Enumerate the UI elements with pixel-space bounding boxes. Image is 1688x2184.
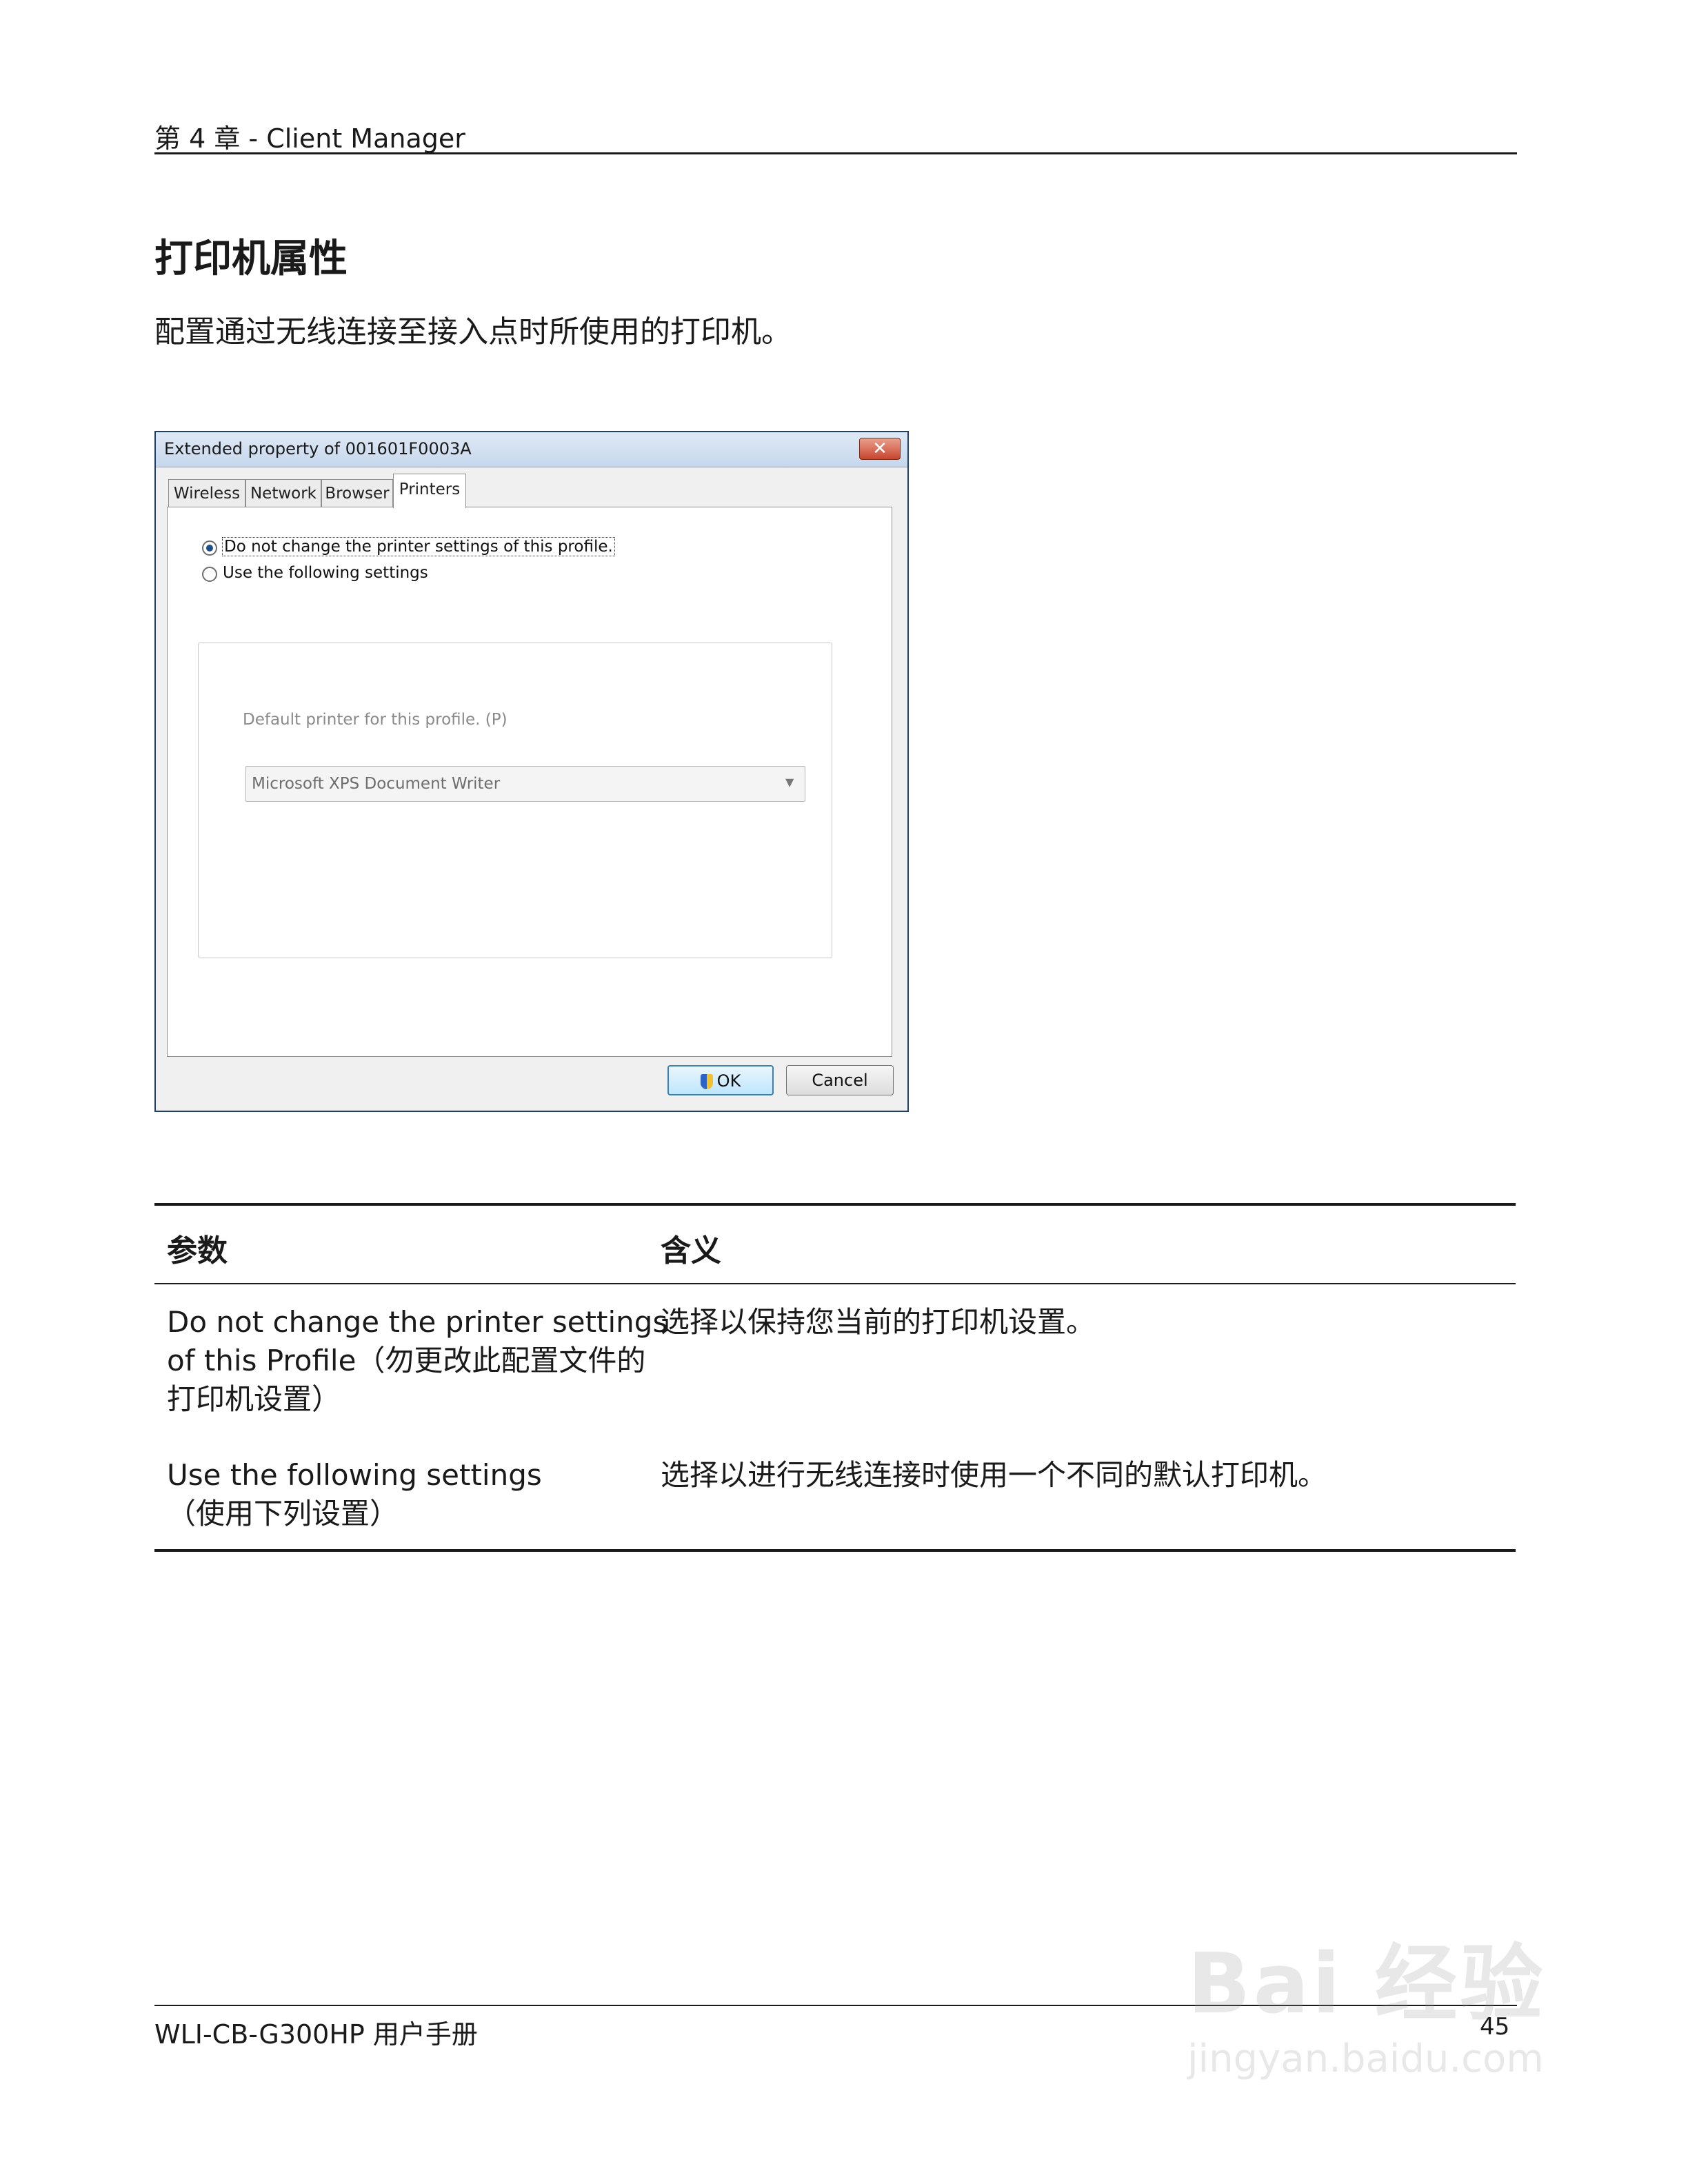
dialog-title-bar: Extended property of 001601F0003A ✕: [156, 432, 907, 467]
table-row-2-meaning: 选择以进行无线连接时使用一个不同的默认打印机。: [661, 1458, 1327, 1492]
table-row-1-param-line: Do not change the printer settings: [167, 1305, 668, 1339]
tab-printers[interactable]: Printers: [393, 474, 466, 508]
baidu-watermark: Bai 经验 jingyan.baidu.com: [1187, 1917, 1574, 2096]
tab-network[interactable]: Network: [245, 479, 321, 507]
default-printer-select[interactable]: Microsoft XPS Document Writer ▼: [245, 766, 805, 802]
extended-property-dialog: Extended property of 001601F0003A ✕ Wire…: [154, 431, 909, 1112]
ok-button-label: OK: [716, 1071, 741, 1091]
tab-wireless[interactable]: Wireless: [168, 479, 245, 507]
table-header-rule: [154, 1283, 1516, 1284]
option-do-not-change-label[interactable]: Do not change the printer settings of th…: [222, 537, 615, 556]
table-row-1-meaning: 选择以保持您当前的打印机设置。: [661, 1305, 1096, 1339]
table-row-2-param-line: （使用下列设置）: [167, 1497, 399, 1530]
table-header-param: 参数: [167, 1233, 228, 1268]
section-intro: 配置通过无线连接至接入点时所使用的打印机。: [154, 314, 792, 350]
header-rule: [154, 152, 1517, 154]
radio-do-not-change[interactable]: [202, 540, 217, 556]
close-icon[interactable]: ✕: [859, 438, 901, 460]
table-row-2-param: Use the following settings （使用下列设置）: [167, 1456, 542, 1533]
table-header-meaning: 含义: [661, 1233, 721, 1268]
option-use-following-label[interactable]: Use the following settings: [223, 564, 428, 582]
default-printer-value: Microsoft XPS Document Writer: [252, 775, 501, 793]
section-title: 打印机属性: [154, 236, 348, 281]
cancel-button[interactable]: Cancel: [786, 1065, 894, 1095]
chapter-header: 第 4 章 - Client Manager: [154, 123, 465, 154]
watermark-url: jingyan.baidu.com: [1187, 2036, 1544, 2081]
dialog-title: Extended property of 001601F0003A: [164, 439, 472, 458]
table-row-1-param-line: 打印机设置）: [167, 1382, 341, 1416]
chevron-down-icon: ▼: [785, 776, 794, 789]
settings-group: Default printer for this profile. (P) Mi…: [198, 643, 832, 958]
ok-button[interactable]: OK: [667, 1065, 774, 1095]
table-top-rule: [154, 1203, 1516, 1206]
shield-icon: [700, 1074, 713, 1089]
table-bottom-rule: [154, 1549, 1516, 1552]
printers-panel: Do not change the printer settings of th…: [167, 507, 892, 1057]
footer-manual: WLI-CB-G300HP 用户手册: [154, 2019, 478, 2050]
tab-browser[interactable]: Browser: [321, 479, 393, 507]
watermark-brand: Bai 经验: [1187, 1937, 1546, 2032]
table-row-1-param-line: of this Profile（勿更改此配置文件的: [167, 1344, 646, 1377]
table-row-1-param: Do not change the printer settings of th…: [167, 1303, 667, 1419]
radio-use-following[interactable]: [202, 567, 217, 582]
option-use-following-row: Use the following settings: [198, 561, 488, 589]
table-row-2-param-line: Use the following settings: [167, 1458, 542, 1492]
default-printer-label: Default printer for this profile. (P): [243, 711, 508, 729]
